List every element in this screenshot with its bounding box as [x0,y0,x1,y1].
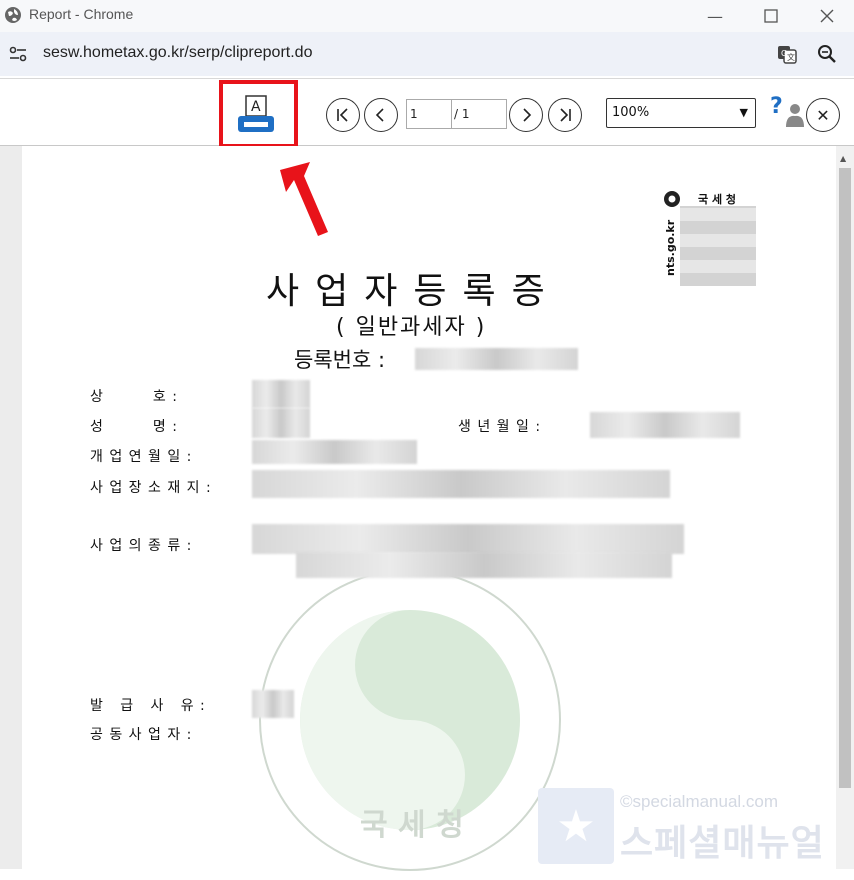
close-report-button[interactable]: ✕ [806,98,840,132]
viewer-gutter [0,146,22,869]
close-icon [820,9,834,23]
close-window-button[interactable] [798,0,854,32]
field-birth-label: 생 년 월 일 : [458,419,542,435]
scrollbar-thumb[interactable] [839,168,851,788]
svg-text:文: 文 [787,52,795,62]
zoom-select[interactable]: 100% ▼ [606,98,756,128]
maximize-button[interactable] [742,0,800,32]
redacted-name [252,408,310,438]
svg-text:?: ? [770,94,783,119]
print-highlight-box [219,80,298,148]
registration-number-label: 등록번호 : [294,348,386,372]
chevron-left-icon [375,108,384,122]
redacted-issue-reason [252,690,294,718]
address-bar: sesw.hometax.go.kr/serp/clipreport.do G … [0,32,854,76]
close-icon: ✕ [816,105,830,125]
svg-text:국 세 청: 국 세 청 [360,808,464,843]
field-joint-owner-label: 공 동 사 업 자 : [90,727,193,743]
redacted-location [252,470,670,498]
globe-icon [5,7,21,23]
first-page-icon [337,108,348,122]
zoom-icon[interactable] [816,43,838,65]
document-title: 사업자등록증 [266,271,561,312]
watermark-big: 스페셜매뉴얼 [620,823,825,864]
maximize-icon [764,9,778,23]
redacted-business-type-2 [296,552,672,578]
field-issue-reason-label: 발 급 사 유 : [90,698,206,714]
minimize-button[interactable]: — [686,0,744,32]
zoom-value: 100% [612,105,650,120]
svg-text:국 세 청: 국 세 청 [698,192,736,206]
vertical-scrollbar[interactable]: ▲ [836,146,854,869]
page-total-label: / 1 [452,99,507,129]
redacted-opening-date [252,440,417,464]
field-location-label: 사 업 장 소 재 지 : [90,480,212,496]
redacted-birth [590,412,740,438]
prev-page-button[interactable] [364,98,398,132]
window-title: Report - Chrome [29,6,134,22]
red-arrow-annotation [280,162,328,236]
redacted-trade-name [252,380,310,408]
page-number-input[interactable]: 1 [406,99,452,129]
site-settings-icon[interactable] [8,44,28,64]
qr-code [680,206,756,286]
redacted-business-type [252,524,684,554]
document-subtitle: ( 일반과세자 ) [336,315,487,340]
field-business-type-label: 사 업 의 종 류 : [90,538,193,554]
watermark-small: ©specialmanual.com [620,792,779,811]
first-page-button[interactable] [326,98,360,132]
translate-icon[interactable]: G 文 [776,43,798,65]
url-text[interactable]: sesw.hometax.go.kr/serp/clipreport.do [43,44,312,62]
window-titlebar: Report - Chrome — [0,0,854,32]
last-page-button[interactable] [548,98,582,132]
blog-watermark: ★ ©specialmanual.com 스페셜매뉴얼 [538,788,838,866]
chevron-down-icon: ▼ [739,106,748,119]
nts-seal: 국 세 청 [259,569,561,871]
star-icon: ★ [538,788,614,864]
redacted-reg-number [415,348,578,370]
field-name-label: 성 명 : [90,419,178,435]
field-trade-name-label: 상 호 : [90,389,178,405]
scroll-up-icon[interactable]: ▲ [840,154,846,163]
field-opening-date-label: 개 업 연 월 일 : [90,449,193,465]
chevron-right-icon [523,108,532,122]
help-icon[interactable]: ? [770,93,806,133]
last-page-icon [560,108,571,122]
svg-text:nts.go.kr: nts.go.kr [664,219,677,276]
next-page-button[interactable] [509,98,543,132]
